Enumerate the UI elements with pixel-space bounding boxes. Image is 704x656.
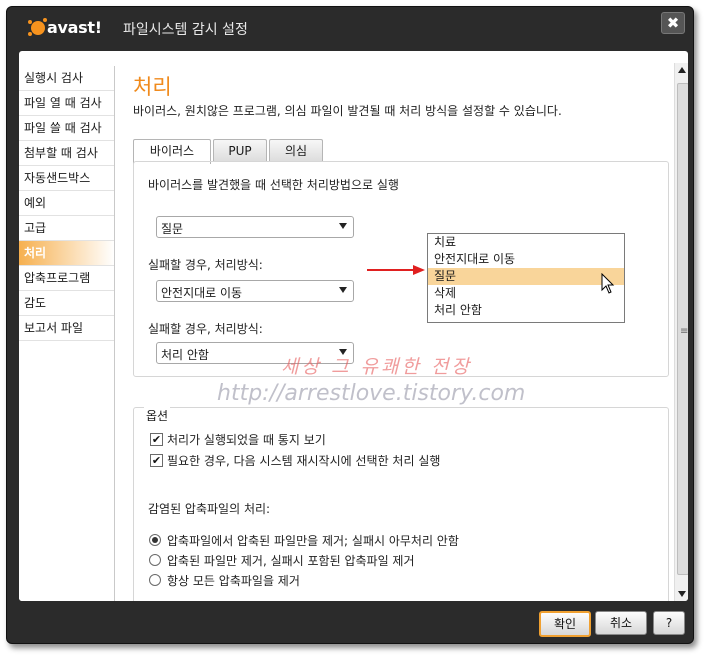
tab-suspicious[interactable]: 의심 [269, 139, 323, 162]
watermark-title: 세상 그 유쾌한 전장 [281, 356, 472, 378]
sidebar-item-actions[interactable]: 처리 [19, 241, 114, 266]
chevron-down-icon [339, 223, 347, 229]
radio-remove-packed-only-label: 압축파일에서 압축된 파일만을 제거; 실패시 아무처리 안함 [167, 534, 459, 548]
mouse-cursor-icon [601, 273, 615, 294]
radio-remove-packed-or-archive[interactable] [149, 554, 161, 566]
page-title: 처리 [133, 75, 172, 99]
chevron-down-icon [339, 287, 347, 293]
action-label: 바이러스를 발견했을 때 선택한 처리방법으로 실행 [148, 178, 399, 192]
reboot-action-checkbox[interactable]: ✔ [150, 454, 163, 467]
sidebar-item-scan-on-open[interactable]: 파일 열 때 검사 [19, 91, 114, 116]
scrollbar-thumb[interactable]: ≡ [677, 83, 688, 575]
grip-icon: ≡ [680, 326, 688, 337]
fallback1-select[interactable]: 안전지대로 이동 [156, 280, 354, 302]
notify-checkbox[interactable]: ✔ [150, 433, 163, 446]
sidebar-item-packers[interactable]: 압축프로그램 [19, 266, 114, 291]
notify-checkbox-label: 처리가 실행되었을 때 통지 보기 [167, 433, 326, 447]
dropdown-option-move-to-chest[interactable]: 안전지대로 이동 [428, 251, 624, 268]
sidebar-item-scan-on-write[interactable]: 파일 쓸 때 검사 [19, 116, 114, 141]
dropdown-option-disinfect[interactable]: 치료 [428, 234, 624, 251]
sidebar-item-scan-on-attach[interactable]: 첨부할 때 검사 [19, 141, 114, 166]
brand-name: avast! [47, 18, 102, 37]
action-select[interactable]: 질문 [156, 216, 354, 238]
sidebar-item-sensitivity[interactable]: 감도 [19, 291, 114, 316]
sidebar-item-report-file[interactable]: 보고서 파일 [19, 316, 114, 341]
fallback2-select-value: 처리 안함 [161, 348, 209, 362]
close-button[interactable]: ✖ [661, 12, 685, 34]
reboot-action-checkbox-label: 필요한 경우, 다음 시스템 재시작시에 선택한 처리 실행 [167, 454, 441, 468]
settings-window: avast! 파일시스템 감시 설정 ✖ 실행시 검사 파일 열 때 검사 파일… [6, 6, 694, 644]
radio-remove-whole-archive-label: 항상 모든 압축파일을 제거 [167, 574, 300, 588]
radio-remove-whole-archive[interactable] [149, 574, 161, 586]
dropdown-option-no-action[interactable]: 처리 안함 [428, 302, 624, 319]
sidebar-item-autosandbox[interactable]: 자동샌드박스 [19, 166, 114, 191]
sidebar: 실행시 검사 파일 열 때 검사 파일 쓸 때 검사 첨부할 때 검사 자동샌드… [19, 66, 115, 601]
client-area: 실행시 검사 파일 열 때 검사 파일 쓸 때 검사 첨부할 때 검사 자동샌드… [19, 51, 688, 601]
tab-pup[interactable]: PUP [213, 139, 267, 162]
title-bar: avast! 파일시스템 감시 설정 ✖ [7, 7, 693, 49]
content-panel: 처리 바이러스, 원치않은 프로그램, 의심 파일이 발견될 때 처리 방식을 … [115, 51, 675, 601]
radio-remove-packed-only[interactable] [149, 534, 161, 546]
watermark-url: http://arrestlove.tistory.com [217, 381, 526, 406]
footer-bar: 확인 취소 ? [7, 603, 693, 643]
sidebar-item-scan-on-execute[interactable]: 실행시 검사 [19, 66, 114, 91]
dropdown-option-ask[interactable]: 질문 [428, 268, 624, 285]
dropdown-option-delete[interactable]: 삭제 [428, 285, 624, 302]
red-arrow-icon [367, 265, 425, 275]
fallback1-select-value: 안전지대로 이동 [161, 286, 243, 300]
window-title: 파일시스템 감시 설정 [123, 22, 248, 38]
cancel-button[interactable]: 취소 [595, 611, 647, 635]
action-select-value: 질문 [161, 222, 184, 236]
sidebar-item-exclusions[interactable]: 예외 [19, 191, 114, 216]
scroll-up-icon[interactable] [678, 67, 686, 73]
page-description: 바이러스, 원치않은 프로그램, 의심 파일이 발견될 때 처리 방식을 설정할… [133, 104, 562, 118]
options-section: 옵션 ✔ 처리가 실행되었을 때 통지 보기 ✔ 필요한 경우, 다음 시스템 … [133, 407, 669, 601]
fallback1-label: 실패할 경우, 처리방식: [148, 258, 263, 272]
fallback2-label: 실패할 경우, 처리방식: [148, 322, 263, 336]
scroll-down-icon[interactable] [678, 591, 686, 597]
action-dropdown-list: 치료 안전지대로 이동 질문 삭제 처리 안함 [427, 233, 625, 323]
archive-action-label: 감염된 압축파일의 처리: [148, 502, 271, 516]
vertical-scrollbar[interactable]: ≡ [674, 63, 688, 601]
options-title: 옵션 [144, 407, 171, 424]
radio-remove-packed-or-archive-label: 압축된 파일만 제거, 실패시 포함된 압축파일 제거 [167, 554, 415, 568]
ok-button[interactable]: 확인 [539, 611, 591, 637]
help-button[interactable]: ? [653, 611, 685, 635]
sidebar-item-advanced[interactable]: 고급 [19, 216, 114, 241]
